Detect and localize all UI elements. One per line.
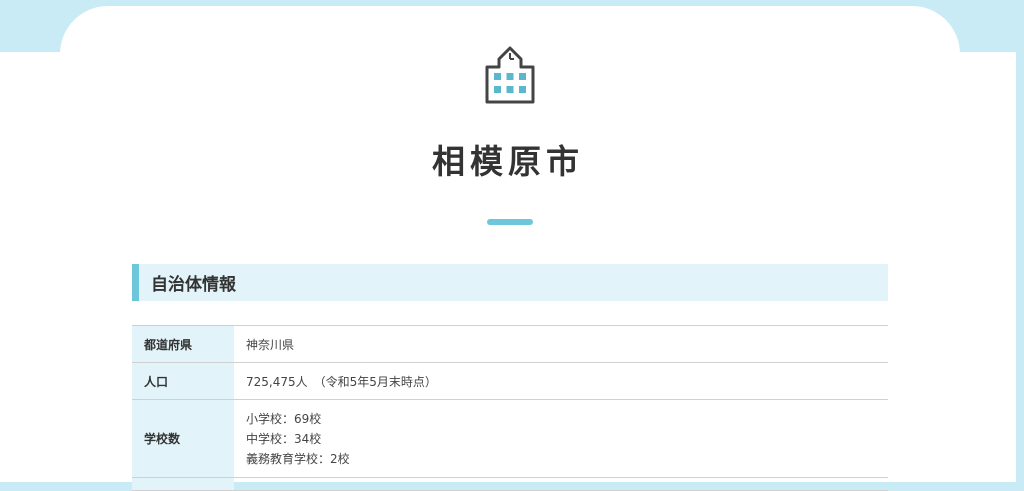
table-row-school-count: 学校数 小学校：69校 中学校：34校 義務教育学校：2校: [132, 399, 888, 478]
table-row-partial: [132, 477, 888, 491]
row-label: 学校数: [132, 399, 234, 478]
section-heading-municipality-info: 自治体情報: [132, 264, 888, 301]
row-value: 神奈川県: [246, 337, 295, 352]
row-label: [132, 477, 234, 491]
school-count-junior-high: 中学校：34校: [246, 431, 322, 446]
row-value: 小学校：69校 中学校：34校 義務教育学校：2校: [234, 400, 888, 478]
school-count-elementary: 小学校：69校: [246, 411, 322, 426]
row-value: [234, 478, 888, 491]
table-row-population: 人口 725,475人 （令和5年5月末時点）: [132, 362, 888, 400]
school-count-compulsory: 義務教育学校：2校: [246, 451, 350, 466]
row-label: 人口: [132, 362, 234, 400]
row-label: 都道府県: [132, 325, 234, 363]
row-value: 725,475人 （令和5年5月末時点）: [246, 374, 437, 389]
page-title: 相模原市: [432, 142, 584, 181]
table-row-prefecture: 都道府県 神奈川県: [132, 325, 888, 363]
municipality-info-table: 都道府県 神奈川県 人口 725,475人 （令和5年5月末時点） 学校数 小学…: [132, 325, 888, 491]
title-underline: [487, 219, 533, 225]
school-building-icon: [485, 46, 535, 104]
